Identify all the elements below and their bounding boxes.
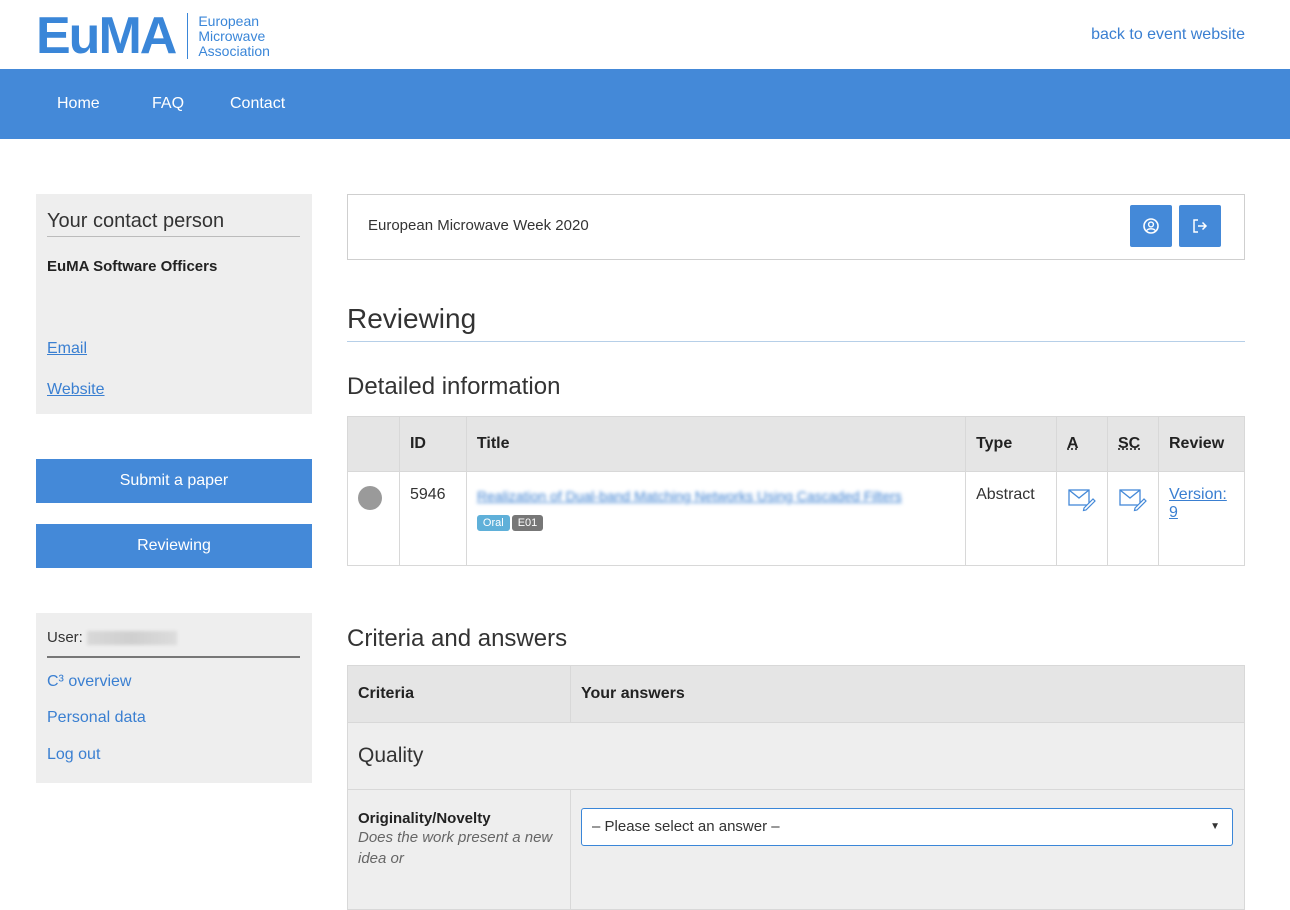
col-sc-abbr: SC [1118, 435, 1141, 452]
col-review: Review [1158, 416, 1245, 472]
top-header: EuMA European Microwave Association back… [0, 0, 1290, 69]
col-status [347, 416, 400, 472]
page-title: Reviewing [347, 303, 477, 334]
nav-contact[interactable]: Contact [230, 95, 285, 113]
contact-email-link[interactable]: Email [47, 340, 87, 358]
status-dot-icon [358, 486, 382, 510]
col-type: Type [965, 416, 1057, 472]
profile-button[interactable] [1130, 205, 1172, 247]
euma-logo[interactable]: EuMA European Microwave Association [36, 8, 270, 64]
logout-icon [1193, 219, 1208, 233]
event-name: European Microwave Week 2020 [368, 217, 589, 234]
user-name-redacted [86, 631, 177, 646]
logo-text: European Microwave Association [198, 12, 270, 59]
criterion-description: Does the work present a new idea or [358, 829, 553, 867]
id-cell: 5946 [398, 471, 467, 566]
badge-topic: E01 [511, 515, 544, 531]
a-cell [1056, 471, 1108, 566]
col-a: A [1056, 416, 1108, 472]
review-cell: Version: 9 [1158, 471, 1245, 566]
detailed-info-heading: Detailed information [347, 373, 561, 400]
back-to-event-link[interactable]: back to event website [1091, 26, 1245, 44]
personal-data-link[interactable]: Personal data [47, 709, 146, 727]
status-cell [347, 471, 400, 566]
nav-home[interactable]: Home [57, 95, 100, 113]
criteria-heading: Criteria and answers [347, 625, 568, 652]
c3-overview-link[interactable]: C³ overview [47, 673, 131, 691]
logo-divider [187, 13, 189, 59]
user-divider [47, 656, 300, 658]
answer-select[interactable]: – Please select an answer – ▼ [581, 808, 1233, 846]
user-circle-icon [1143, 218, 1159, 234]
criteria-table: Criteria Your answers Quality Originalit… [347, 665, 1245, 910]
col-title: Title [465, 416, 967, 472]
sc-cell [1107, 471, 1159, 566]
logo-line-2: Microwave [198, 27, 266, 44]
user-box: User: C³ overview Personal data Log out [36, 613, 312, 783]
paper-title-link[interactable]: Realization of Dual-band Matching Networ… [477, 486, 955, 507]
answer-cell: – Please select an answer – ▼ [570, 789, 1245, 910]
criteria-group-label: Quality [347, 722, 1245, 790]
col-answers: Your answers [570, 665, 1245, 723]
caret-down-icon: ▼ [1210, 821, 1220, 832]
contact-org: EuMA Software Officers [47, 258, 218, 275]
type-cell: Abstract [965, 471, 1057, 566]
main-nav: Home FAQ Contact [0, 69, 1290, 139]
version-link[interactable]: Version: 9 [1169, 486, 1227, 521]
col-criteria: Criteria [347, 665, 571, 723]
detailed-info-table: ID Title Type A SC Review 5946 Realizati… [347, 416, 1245, 566]
criterion-cell: Originality/Novelty Does the work presen… [347, 789, 571, 910]
mail-edit-icon[interactable] [1067, 486, 1097, 512]
user-line: User: [47, 629, 177, 646]
contact-title: Your contact person [47, 210, 225, 232]
info-table-header-row: ID Title Type A SC Review [347, 416, 1245, 472]
table-row: Originality/Novelty Does the work presen… [347, 789, 1245, 910]
user-label: User: [47, 629, 83, 646]
table-row: 5946 Realization of Dual-band Matching N… [347, 471, 1245, 566]
logo-line-1: European [198, 12, 260, 29]
contact-website-link[interactable]: Website [47, 381, 105, 399]
event-box: European Microwave Week 2020 [347, 194, 1245, 260]
contact-divider [47, 236, 300, 237]
answer-select-value: – Please select an answer – [592, 818, 780, 835]
nav-faq[interactable]: FAQ [152, 95, 184, 113]
logout-button[interactable] [1179, 205, 1221, 247]
contact-person-box: Your contact person EuMA Software Office… [36, 194, 312, 414]
col-sc: SC [1107, 416, 1159, 472]
title-cell: Realization of Dual-band Matching Networ… [465, 471, 967, 566]
criterion-name: Originality/Novelty [358, 810, 491, 827]
title-divider [347, 341, 1245, 342]
criteria-header-row: Criteria Your answers [347, 665, 1245, 723]
col-a-abbr: A [1067, 435, 1079, 452]
col-id: ID [398, 416, 467, 472]
logo-line-3: Association [198, 42, 270, 59]
reviewing-button[interactable]: Reviewing [36, 524, 312, 568]
submit-paper-button[interactable]: Submit a paper [36, 459, 312, 503]
logo-mark: EuMA [36, 7, 177, 65]
badge-oral: Oral [476, 515, 510, 531]
criteria-group-row: Quality [347, 722, 1245, 790]
log-out-link[interactable]: Log out [47, 746, 100, 764]
mail-edit-icon[interactable] [1118, 486, 1148, 512]
